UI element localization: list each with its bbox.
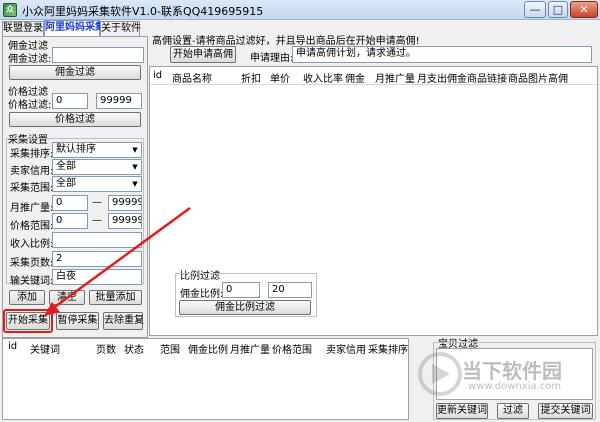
red-arrow-annotation — [44, 206, 191, 316]
